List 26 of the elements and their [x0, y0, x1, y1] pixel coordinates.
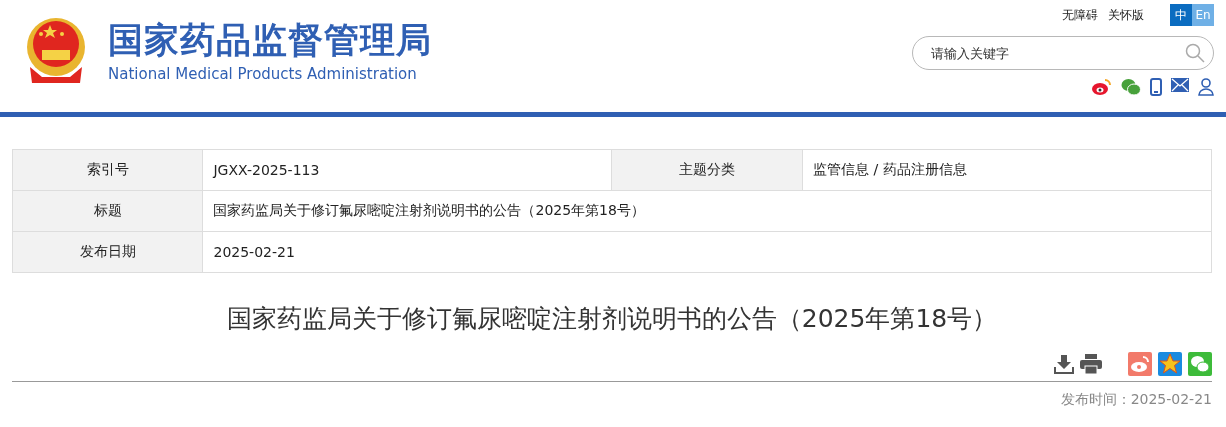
- publish-date: 发布时间：2025-02-21: [1059, 391, 1212, 409]
- user-icon[interactable]: [1198, 78, 1214, 96]
- search-field[interactable]: 请输入关键字: [912, 36, 1214, 70]
- value-cell: 国家药监局关于修订氟尿嘧啶注射剂说明书的公告（2025年第18号）: [202, 190, 1212, 232]
- language-tab[interactable]: 中: [1170, 4, 1192, 26]
- label-cell: 标题: [12, 190, 203, 232]
- search-icon: [1185, 43, 1205, 63]
- label-cell: 发布日期: [12, 231, 203, 273]
- top-link[interactable]: 无障碍: [1062, 6, 1098, 24]
- site-subtitle: National Medical Products Administration: [108, 65, 418, 83]
- value-cell: 监管信息 / 药品注册信息: [802, 149, 1212, 191]
- star-icon[interactable]: [1158, 352, 1182, 376]
- weibo-icon[interactable]: [1092, 78, 1112, 96]
- wechat-icon[interactable]: [1121, 78, 1141, 96]
- mail-icon[interactable]: [1171, 78, 1189, 92]
- phone-icon[interactable]: [1150, 78, 1162, 96]
- label-cell: 索引号: [12, 149, 203, 191]
- print-icon[interactable]: [1080, 354, 1102, 374]
- top-link[interactable]: 关怀版: [1108, 6, 1144, 24]
- value-cell: JGXX-2025-113: [202, 149, 612, 191]
- value-cell: 2025-02-21: [202, 231, 1212, 273]
- article-title: 国家药监局关于修订氟尿嘧啶注射剂说明书的公告（2025年第18号）: [225, 303, 999, 335]
- label-cell: 主题分类: [612, 149, 803, 191]
- download-icon[interactable]: [1054, 354, 1074, 374]
- weibo-share-icon[interactable]: [1128, 352, 1152, 376]
- site-title: 国家药品监督管理局: [108, 19, 432, 61]
